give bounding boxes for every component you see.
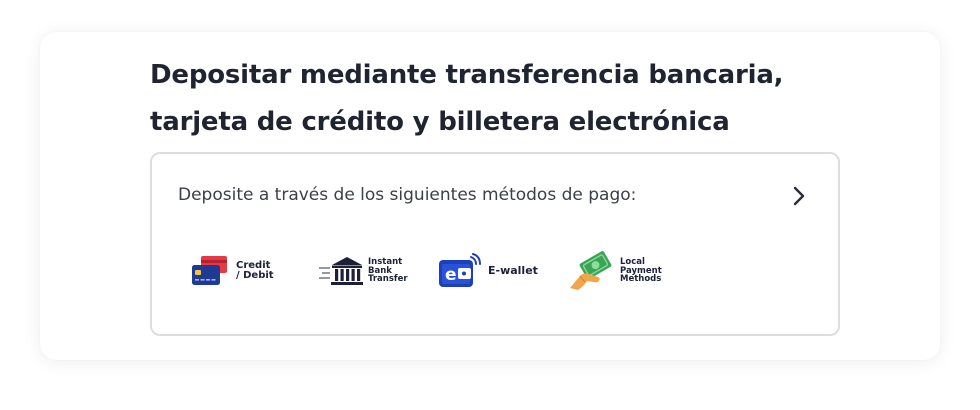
payment-method-bank-transfer: Instant Bank Transfer bbox=[318, 250, 412, 292]
credit-card-icon bbox=[192, 256, 227, 285]
chevron-right-icon bbox=[793, 186, 805, 206]
payment-method-label: / Debit bbox=[236, 270, 274, 281]
payment-method-local: Local Payment Methods bbox=[568, 250, 680, 292]
svg-text:e: e bbox=[445, 265, 457, 285]
local-payment-icon bbox=[570, 251, 612, 290]
payment-method-label: Methods bbox=[620, 274, 662, 285]
bank-icon bbox=[319, 257, 363, 285]
payment-method-e-wallet: e E-wallet bbox=[438, 250, 538, 292]
payment-methods-label: Deposite a través de los siguientes méto… bbox=[178, 185, 637, 205]
e-wallet-icon: e bbox=[439, 253, 481, 287]
page-title: Depositar mediante transferencia bancari… bbox=[150, 60, 784, 137]
payment-method-label: Transfer bbox=[368, 274, 408, 285]
payment-methods-link[interactable]: Deposite a través de los siguientes méto… bbox=[150, 152, 840, 336]
payment-method-label: E-wallet bbox=[488, 264, 538, 278]
payment-method-credit-debit: Credit / Debit bbox=[190, 250, 280, 292]
